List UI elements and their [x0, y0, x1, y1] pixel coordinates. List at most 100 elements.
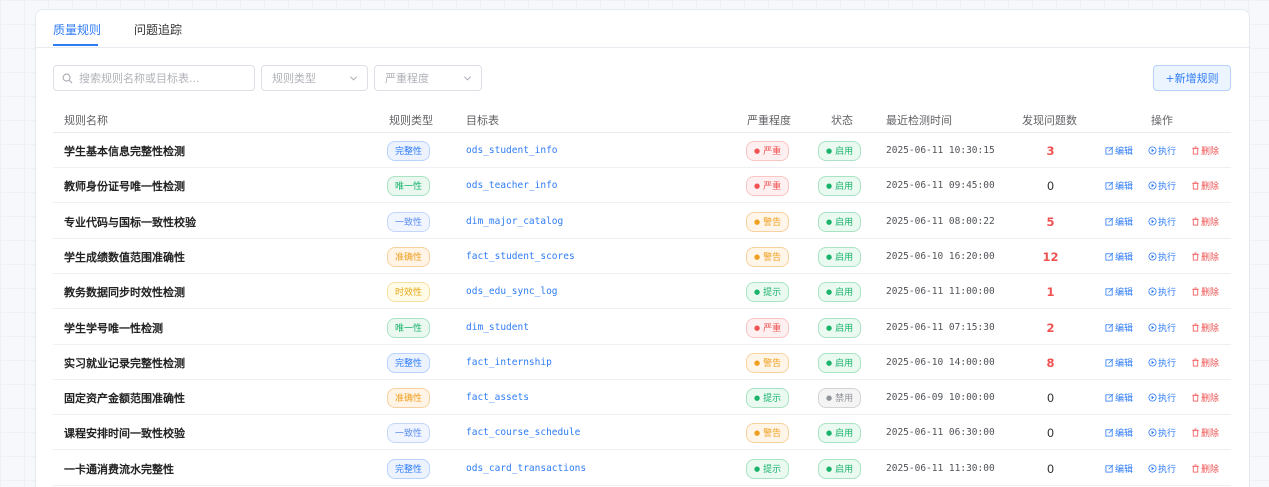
tab-bar: 质量规则 问题追踪	[36, 10, 1249, 48]
edit-label: 编辑	[1115, 253, 1134, 263]
status-dot-icon: ●	[826, 252, 833, 261]
status-cell: ● 启用	[818, 204, 862, 239]
delete-label: 删除	[1201, 253, 1220, 263]
target-table-cell: fact_assets	[466, 380, 529, 415]
table-row[interactable]: 一卡通消费流水完整性 完整性 ods_card_transactions ● 提示 ● 启用…	[53, 451, 1231, 486]
action-cell: 编辑	[1105, 345, 1133, 380]
edit-icon	[1105, 181, 1114, 190]
table-row[interactable]: 学生学号唯一性检测 唯一性 dim_student ● 严重 ● 启用 2025-06-11 …	[53, 310, 1231, 345]
table-row[interactable]: 教务数据同步时效性检测 时效性 ods_edu_sync_log ● 提示 ● 启用 2025…	[53, 274, 1231, 309]
status-dot-icon: ●	[826, 217, 833, 226]
rule-name-cell: 教务数据同步时效性检测	[64, 274, 185, 309]
target-table-name: ods_student_info	[466, 145, 558, 156]
rule-name-cell: 教师身份证号唯一性检测	[64, 168, 185, 203]
run-button[interactable]: 执行	[1148, 285, 1176, 298]
rule-name: 学生成绩数值范围准确性	[64, 250, 185, 264]
edit-button[interactable]: 编辑	[1105, 391, 1133, 404]
run-button[interactable]: 执行	[1148, 462, 1176, 475]
issue-count-cell: 0	[1013, 380, 1088, 415]
last-check-time: 2025-06-10 16:20:00	[886, 251, 995, 262]
issue-count: 8	[1046, 355, 1055, 370]
edit-button[interactable]: 编辑	[1105, 215, 1133, 228]
edit-button[interactable]: 编辑	[1105, 285, 1133, 298]
run-button[interactable]: 执行	[1148, 356, 1176, 369]
run-button[interactable]: 执行	[1148, 321, 1176, 334]
status-dot-icon: ●	[826, 287, 833, 296]
target-table-cell: ods_student_info	[466, 133, 558, 168]
table-row[interactable]: 专业代码与国标一致性校验 一致性 dim_major_catalog ● 警告 ● 启用 20…	[53, 204, 1231, 239]
edit-icon	[1105, 287, 1114, 296]
status-dot-icon: ●	[754, 252, 761, 261]
run-button[interactable]: 执行	[1148, 391, 1176, 404]
severity-select[interactable]: 严重程度	[374, 65, 482, 91]
table-row[interactable]: 教师身份证号唯一性检测 唯一性 ods_teacher_info ● 严重 ● 启用 2025…	[53, 168, 1231, 203]
delete-button[interactable]: 删除	[1191, 321, 1219, 334]
delete-button[interactable]: 删除	[1191, 144, 1219, 157]
status-dot-icon: ●	[754, 217, 761, 226]
active-tab-indicator	[53, 44, 98, 46]
rule-type-cell: 准确性	[387, 239, 431, 274]
run-button[interactable]: 执行	[1148, 179, 1176, 192]
delete-button[interactable]: 删除	[1191, 285, 1219, 298]
rule-type-cell: 完整性	[387, 451, 431, 486]
run-button[interactable]: 执行	[1148, 144, 1176, 157]
table-row[interactable]: 实习就业记录完整性检测 完整性 fact_internship ● 警告 ● 启用 2025-…	[53, 345, 1231, 380]
rule-type-select[interactable]: 规则类型	[261, 65, 368, 91]
last-check-time-cell: 2025-06-11 11:30:00	[886, 451, 995, 486]
run-button[interactable]: 执行	[1148, 426, 1176, 439]
table-row[interactable]: 固定资产金额范围准确性 准确性 fact_assets ● 提示 ● 禁用 2025-06-0…	[53, 380, 1231, 415]
status-dot-icon: ●	[754, 323, 761, 332]
target-table-name: fact_course_schedule	[466, 427, 581, 438]
table-row[interactable]: 学生成绩数值范围准确性 准确性 fact_student_scores ● 警告 ● 启用 2…	[53, 239, 1231, 274]
edit-button[interactable]: 编辑	[1105, 426, 1133, 439]
delete-button[interactable]: 删除	[1191, 250, 1219, 263]
tab-issue-tracking[interactable]: 问题追踪	[134, 21, 182, 38]
delete-button[interactable]: 删除	[1191, 179, 1219, 192]
table-row[interactable]: 课程安排时间一致性校验 一致性 fact_course_schedule ● 警告 ● 启用…	[53, 415, 1231, 450]
severity-label: 严重	[763, 324, 782, 334]
status-cell: ● 启用	[818, 274, 862, 309]
delete-button[interactable]: 删除	[1191, 356, 1219, 369]
severity-label: 警告	[763, 253, 782, 263]
severity-cell: ● 警告	[746, 204, 790, 239]
target-table-cell: dim_student	[466, 310, 529, 345]
target-table-cell: fact_internship	[466, 345, 552, 380]
status-label: 启用	[835, 182, 854, 192]
tab-quality-rules[interactable]: 质量规则	[53, 21, 101, 38]
delete-label: 删除	[1201, 182, 1220, 192]
status-label: 启用	[835, 288, 854, 298]
action-cell: 删除	[1191, 345, 1219, 380]
status-badge: ● 禁用	[818, 387, 862, 408]
run-button[interactable]: 执行	[1148, 215, 1176, 228]
last-check-time: 2025-06-11 07:15:30	[886, 322, 995, 333]
delete-button[interactable]: 删除	[1191, 426, 1219, 439]
target-table-cell: ods_teacher_info	[466, 168, 558, 203]
add-rule-button[interactable]: +新增规则	[1153, 65, 1231, 91]
edit-button[interactable]: 编辑	[1105, 356, 1133, 369]
edit-button[interactable]: 编辑	[1105, 321, 1133, 334]
edit-button[interactable]: 编辑	[1105, 250, 1133, 263]
rule-name-cell: 学生学号唯一性检测	[64, 310, 163, 345]
severity-badge: ● 提示	[746, 281, 790, 302]
delete-button[interactable]: 删除	[1191, 391, 1219, 404]
action-cell: 编辑	[1105, 133, 1133, 168]
edit-button[interactable]: 编辑	[1105, 179, 1133, 192]
action-cell: 编辑	[1105, 415, 1133, 450]
column-header: 状态	[831, 114, 853, 127]
run-button[interactable]: 执行	[1148, 250, 1176, 263]
table-row[interactable]: 学生基本信息完整性检测 完整性 ods_student_info ● 严重 ● 启用 2025…	[53, 133, 1231, 168]
search-input[interactable]: 搜索规则名称或目标表...	[53, 65, 255, 91]
issue-count-cell: 0	[1013, 168, 1088, 203]
delete-button[interactable]: 删除	[1191, 215, 1219, 228]
chevron-down-icon	[349, 76, 358, 81]
action-cell: 编辑	[1105, 168, 1133, 203]
severity-badge: ● 警告	[746, 246, 790, 267]
issue-count: 0	[1046, 390, 1055, 405]
delete-button[interactable]: 删除	[1191, 462, 1219, 475]
edit-button[interactable]: 编辑	[1105, 462, 1133, 475]
rule-type-tag: 准确性	[387, 246, 431, 267]
search-placeholder: 搜索规则名称或目标表...	[79, 72, 200, 85]
edit-button[interactable]: 编辑	[1105, 144, 1133, 157]
status-cell: ● 启用	[818, 239, 862, 274]
column-header: 目标表	[466, 114, 499, 127]
